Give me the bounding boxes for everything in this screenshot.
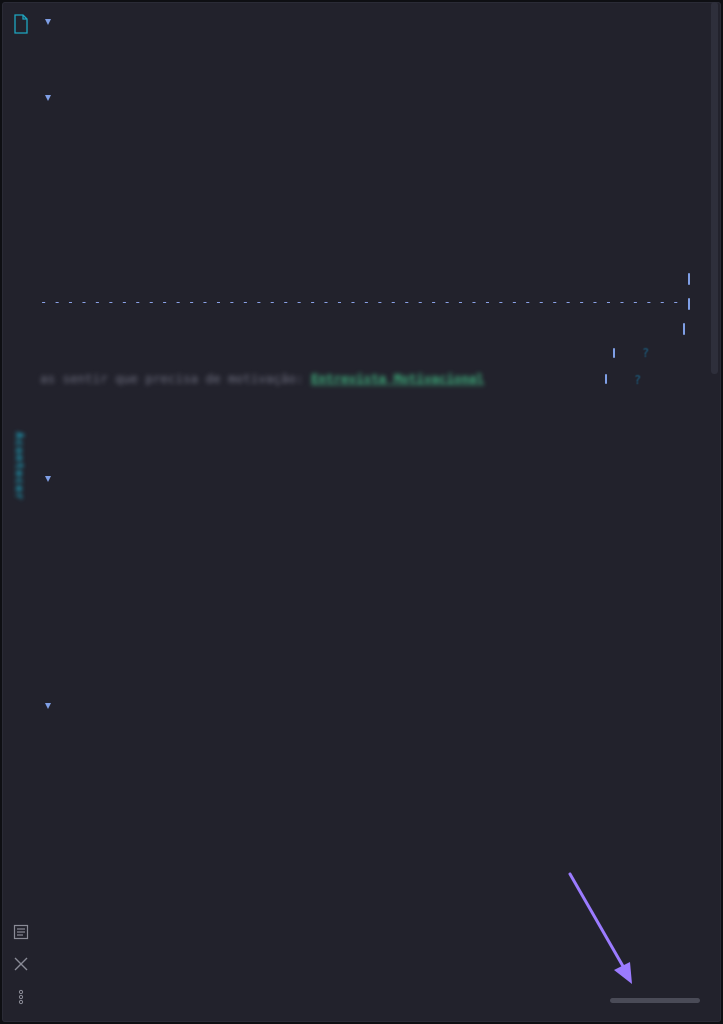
more-vertical-icon[interactable] [13, 989, 29, 1005]
blurred-text-line: as sentir que precisa de motivação: Entr… [40, 371, 484, 391]
horizontal-scrollbar[interactable] [610, 998, 700, 1003]
file-icon[interactable] [13, 14, 29, 34]
cursor-bar [688, 298, 690, 310]
cursor-bar [683, 323, 685, 335]
cursor-bar [688, 273, 690, 285]
line-text: as sentir que precisa de motivação: [40, 371, 304, 386]
divider-line: - - - - - - - - - - - - - - - - - - - - … [40, 296, 680, 308]
caret-down-icon[interactable] [45, 19, 51, 25]
help-marker[interactable]: ? [642, 346, 649, 360]
cursor-bar [613, 348, 615, 358]
outline-icon[interactable] [13, 924, 29, 940]
editor-window: Acontecer - - - - - - - - - - - - - - - … [2, 2, 721, 1022]
annotation-arrow-icon [568, 872, 632, 984]
help-marker[interactable]: ? [634, 373, 641, 387]
vertical-scrollbar[interactable] [711, 2, 718, 374]
sidebar-vertical-label[interactable]: Acontecer [10, 432, 26, 520]
caret-down-icon[interactable] [45, 95, 51, 101]
caret-down-icon[interactable] [45, 476, 51, 482]
close-icon[interactable] [13, 956, 29, 972]
motivational-interview-link[interactable]: Entrevista Motivacional [311, 371, 484, 386]
cursor-bar [605, 374, 607, 384]
caret-down-icon[interactable] [45, 703, 51, 709]
